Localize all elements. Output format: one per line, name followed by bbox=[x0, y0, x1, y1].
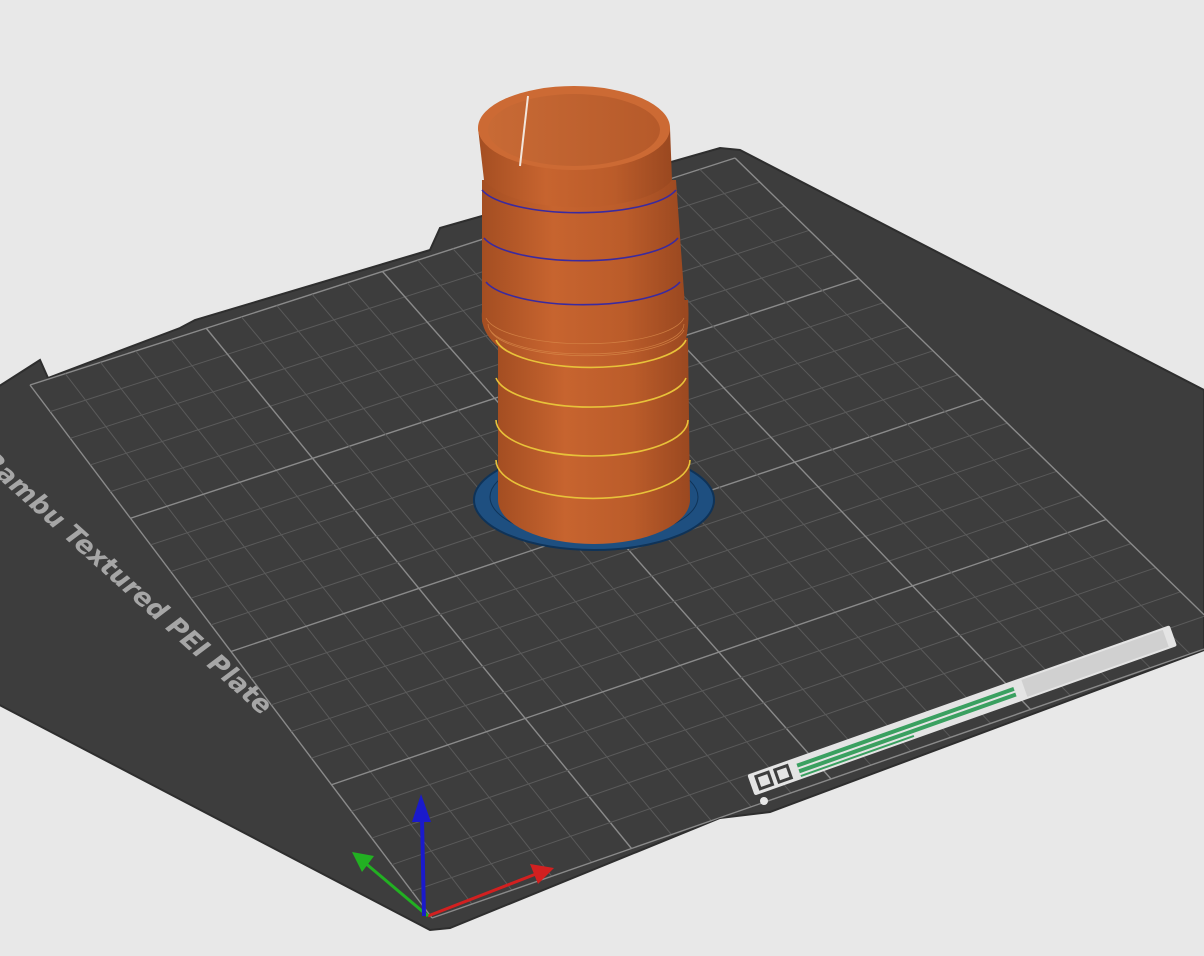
3d-viewport[interactable]: Bambu Textured PEI Plate bbox=[0, 0, 1204, 956]
z-axis-arrow bbox=[420, 817, 426, 917]
scene-canvas[interactable]: Bambu Textured PEI Plate bbox=[0, 0, 1204, 956]
plate-hole bbox=[760, 797, 768, 805]
model-inner-wall bbox=[488, 94, 660, 166]
printed-model[interactable] bbox=[478, 86, 691, 544]
model-lower-section bbox=[498, 338, 690, 544]
